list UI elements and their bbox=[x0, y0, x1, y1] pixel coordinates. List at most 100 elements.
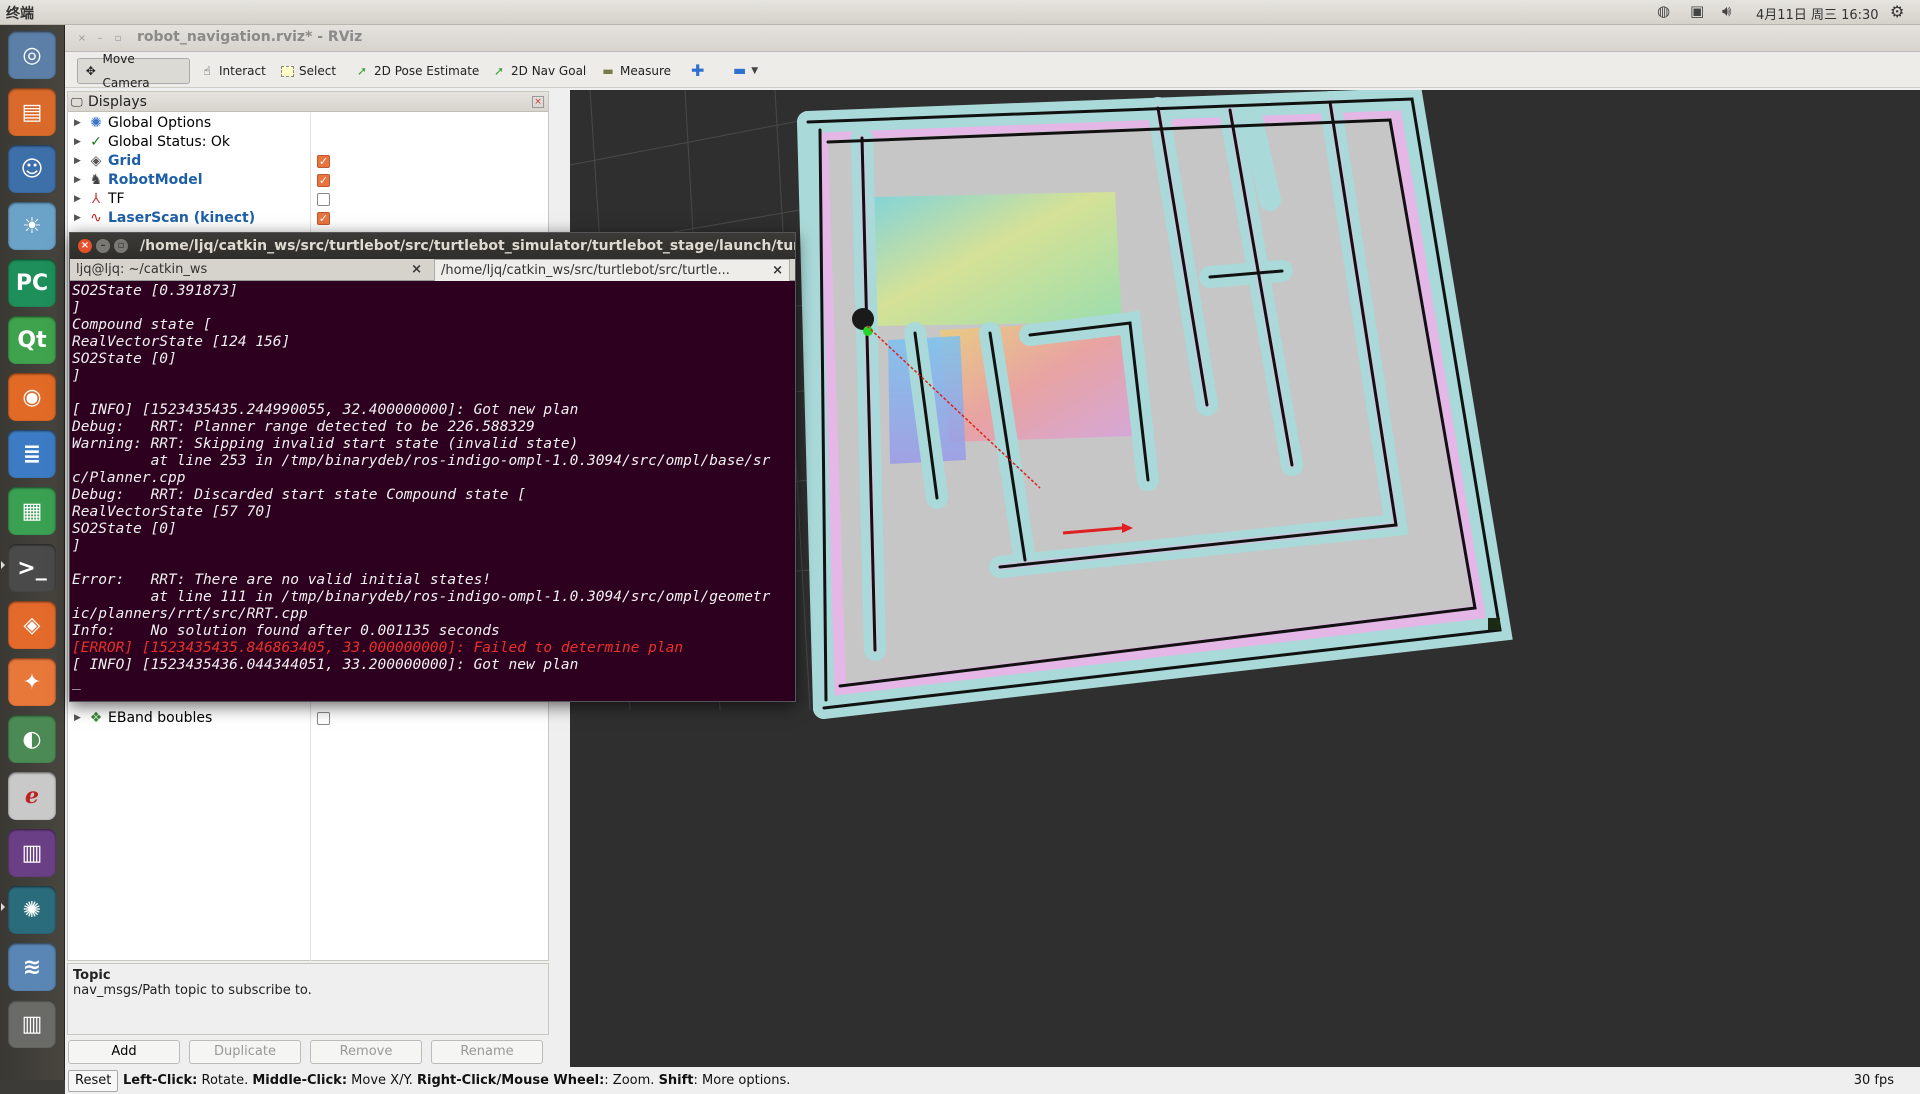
editor-icon[interactable]: ℯ bbox=[8, 772, 56, 820]
screenshot-icon[interactable]: ◈ bbox=[8, 601, 56, 649]
robotmodel-checkbox[interactable]: ✓ bbox=[317, 174, 330, 187]
display-item-eband[interactable]: ▶ ❖ EBand boubles bbox=[68, 709, 548, 728]
display-item-tf[interactable]: ▶ ⅄ TF bbox=[68, 190, 548, 209]
toggle-app-icon[interactable]: ◐ bbox=[8, 715, 56, 763]
keyboard-icon[interactable]: ▣ bbox=[1690, 2, 1704, 20]
top-panel: 终端 ◍ ▣ 🔊︎ 4月11日 周三 16:30 ⚙ bbox=[0, 0, 1920, 25]
clock[interactable]: 4月11日 周三 16:30 bbox=[1756, 4, 1879, 23]
close-icon[interactable]: × bbox=[78, 239, 92, 253]
software-center-icon[interactable]: ✦ bbox=[8, 658, 56, 706]
expand-arrow-icon[interactable]: ▶ bbox=[74, 190, 81, 209]
display-label: EBand boubles bbox=[108, 710, 213, 726]
hint-left-desc: Rotate. bbox=[197, 1073, 253, 1088]
terminal-tab-2[interactable]: /home/ljq/catkin_ws/src/turtlebot/src/tu… bbox=[434, 259, 790, 281]
terminal-line: Info: No solution found after 0.001135 s… bbox=[72, 623, 500, 639]
window-title: robot_navigation.rviz* - RViz bbox=[137, 29, 363, 45]
expand-arrow-icon[interactable]: ▶ bbox=[74, 152, 81, 171]
expand-arrow-icon[interactable]: ▶ bbox=[74, 171, 81, 190]
terminal-line: Error: RRT: There are no valid initial s… bbox=[72, 572, 492, 588]
close-icon[interactable]: × bbox=[532, 96, 544, 108]
close-tab-icon[interactable]: × bbox=[411, 259, 422, 281]
dash-icon[interactable]: ◎ bbox=[8, 31, 56, 79]
display-item-laserscan[interactable]: ▶ ∿ LaserScan (kinect) ✓ bbox=[68, 209, 548, 228]
qq-icon[interactable]: ☺ bbox=[8, 145, 56, 193]
settings-icon[interactable]: ☀ bbox=[8, 202, 56, 250]
eband-checkbox[interactable] bbox=[317, 712, 330, 725]
terminal-icon[interactable]: >_ bbox=[8, 544, 56, 592]
pycharm-icon[interactable]: PC bbox=[8, 259, 56, 307]
display-item-global-status[interactable]: ▶ ✓ Global Status: Ok bbox=[68, 133, 548, 152]
maximize-icon[interactable]: ▫ bbox=[111, 32, 125, 46]
select-label: Select bbox=[299, 64, 337, 78]
calc-icon[interactable]: ▦ bbox=[8, 487, 56, 535]
terminal-tab-1[interactable]: ljq@ljq: ~/catkin_ws × bbox=[70, 259, 428, 281]
displays-header: 🖵 Displays × bbox=[68, 92, 548, 112]
remove-button[interactable]: Remove bbox=[310, 1040, 422, 1064]
laserscan-checkbox[interactable]: ✓ bbox=[317, 212, 330, 225]
check-icon: ✓ bbox=[90, 134, 102, 150]
pose-estimate-button[interactable]: ➚ 2D Pose Estimate bbox=[349, 58, 485, 84]
writer-icon[interactable]: ≣ bbox=[8, 430, 56, 478]
measure-button[interactable]: ▬ Measure bbox=[595, 58, 677, 84]
laser-icon: ∿ bbox=[90, 210, 102, 226]
displays-title: Displays bbox=[88, 94, 147, 110]
expand-arrow-icon[interactable]: ▶ bbox=[74, 114, 81, 133]
minimize-icon[interactable]: – bbox=[93, 32, 107, 46]
network-icon[interactable]: ◍ bbox=[1657, 2, 1670, 20]
expand-arrow-icon[interactable]: ▶ bbox=[74, 133, 81, 152]
terminal-line: ] bbox=[72, 538, 81, 554]
active-app-name: 终端 bbox=[6, 6, 34, 22]
reset-button[interactable]: Reset bbox=[68, 1070, 119, 1092]
remove-tool-dropdown[interactable]: ▬ ▼ bbox=[727, 58, 764, 84]
python-icon[interactable]: ≋ bbox=[8, 943, 56, 991]
display-label: Global Status: Ok bbox=[108, 134, 231, 150]
close-tab-icon[interactable]: × bbox=[772, 260, 783, 281]
files-icon[interactable]: ▤ bbox=[8, 88, 56, 136]
nav-goal-label: 2D Nav Goal bbox=[511, 64, 587, 78]
rviz-icon[interactable]: ✺ bbox=[8, 886, 56, 934]
display-label: TF bbox=[108, 191, 125, 207]
qt-icon[interactable]: Qt bbox=[8, 316, 56, 364]
select-button[interactable]: Select bbox=[275, 58, 342, 84]
hint-right-desc: : Zoom. bbox=[604, 1073, 659, 1088]
minimize-icon[interactable]: – bbox=[96, 239, 110, 253]
document-viewer-icon[interactable]: ▥ bbox=[8, 829, 56, 877]
firefox-icon[interactable]: ◉ bbox=[8, 373, 56, 421]
move-camera-button[interactable]: ✥ Move Camera bbox=[77, 52, 190, 90]
globe-icon: ✺ bbox=[90, 115, 102, 131]
add-tool-button[interactable]: ✚ bbox=[685, 58, 710, 84]
close-icon[interactable]: × bbox=[75, 32, 89, 46]
expand-arrow-icon[interactable]: ▶ bbox=[74, 209, 81, 228]
interact-button[interactable]: ☝ Interact bbox=[194, 58, 272, 84]
volume-icon[interactable]: 🔊︎ bbox=[1722, 2, 1731, 20]
trash-icon[interactable]: ▥ bbox=[8, 1000, 56, 1048]
maximize-icon[interactable]: ▫ bbox=[114, 239, 128, 253]
window-titlebar[interactable]: × – ▫ robot_navigation.rviz* - RViz bbox=[65, 25, 1920, 52]
display-item-robotmodel[interactable]: ▶ ♞ RobotModel ✓ bbox=[68, 171, 548, 190]
terminal-line: SO2State [0] bbox=[72, 351, 177, 367]
add-button[interactable]: Add bbox=[68, 1040, 180, 1064]
power-gear-icon[interactable]: ⚙ bbox=[1890, 2, 1904, 21]
goal-arrow-icon: ➚ bbox=[493, 64, 505, 78]
hint-left-click: Left-Click: bbox=[123, 1073, 198, 1088]
terminal-window[interactable]: × – ▫ /home/ljq/catkin_ws/src/turtlebot/… bbox=[69, 232, 796, 702]
terminal-output[interactable]: SO2State [0.391873]] Compound state [Real… bbox=[72, 283, 790, 697]
tab-label: ljq@ljq: ~/catkin_ws bbox=[76, 262, 208, 277]
terminal-error-line: [ERROR] [1523435435.846863405, 33.000000… bbox=[72, 640, 684, 656]
terminal-line: RealVectorState [124 156] bbox=[72, 334, 291, 350]
rename-button[interactable]: Rename bbox=[431, 1040, 543, 1064]
display-item-global-options[interactable]: ▶ ✺ Global Options bbox=[68, 114, 548, 133]
terminal-titlebar[interactable]: × – ▫ /home/ljq/catkin_ws/src/turtlebot/… bbox=[70, 233, 795, 259]
robot-marker bbox=[852, 308, 874, 330]
display-item-grid[interactable]: ▶ ◈ Grid ✓ bbox=[68, 152, 548, 171]
tf-checkbox[interactable] bbox=[317, 193, 330, 206]
terminal-cursor: _ bbox=[72, 674, 81, 690]
terminal-line: SO2State [0] bbox=[72, 521, 177, 537]
display-label: Global Options bbox=[108, 115, 212, 131]
duplicate-button[interactable]: Duplicate bbox=[189, 1040, 301, 1064]
nav-goal-button[interactable]: ➚ 2D Nav Goal bbox=[486, 58, 592, 84]
grid-checkbox[interactable]: ✓ bbox=[317, 155, 330, 168]
expand-arrow-icon[interactable]: ▶ bbox=[74, 709, 81, 728]
